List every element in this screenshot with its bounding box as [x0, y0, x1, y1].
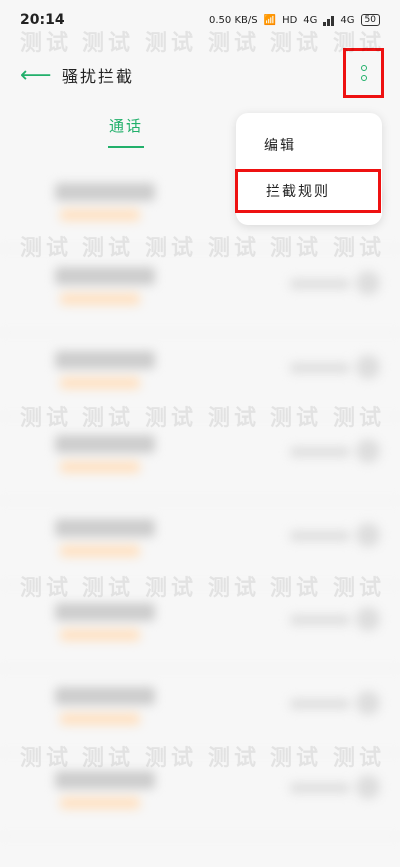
list-item[interactable] [0, 249, 400, 333]
menu-item-edit[interactable]: 编辑 [236, 123, 382, 167]
list-item[interactable] [0, 501, 400, 585]
overflow-menu: 编辑 拦截规则 [235, 113, 382, 225]
more-vertical-icon[interactable] [343, 48, 384, 98]
list-item[interactable] [0, 753, 400, 837]
menu-item-block-rules[interactable]: 拦截规则 [235, 169, 381, 213]
header: ⟵ 骚扰拦截 [0, 50, 400, 100]
battery-indicator: 50 [360, 14, 380, 26]
wifi-icon: 📶 [263, 14, 277, 26]
tab-indicator [108, 146, 144, 148]
network-speed: 0.50 KB/S [209, 14, 258, 26]
hd-indicator: HD [282, 14, 298, 26]
arrow-left-icon[interactable]: ⟵ [20, 63, 52, 88]
list-item[interactable] [0, 417, 400, 501]
network-type-1: 4G [303, 14, 318, 26]
network-type-2: 4G [340, 14, 355, 26]
page-title: 骚扰拦截 [62, 67, 135, 86]
status-icons: 0.50 KB/S 📶 HD 4G 4G 50 [209, 14, 380, 26]
call-log-list [0, 165, 400, 837]
signal-icon [323, 14, 335, 26]
status-bar: 20:14 0.50 KB/S 📶 HD 4G 4G 50 [0, 0, 400, 40]
tab-calls[interactable]: 通话 [108, 115, 144, 136]
list-item[interactable] [0, 669, 400, 753]
status-time: 20:14 [20, 12, 65, 28]
list-item[interactable] [0, 333, 400, 417]
list-item[interactable] [0, 585, 400, 669]
